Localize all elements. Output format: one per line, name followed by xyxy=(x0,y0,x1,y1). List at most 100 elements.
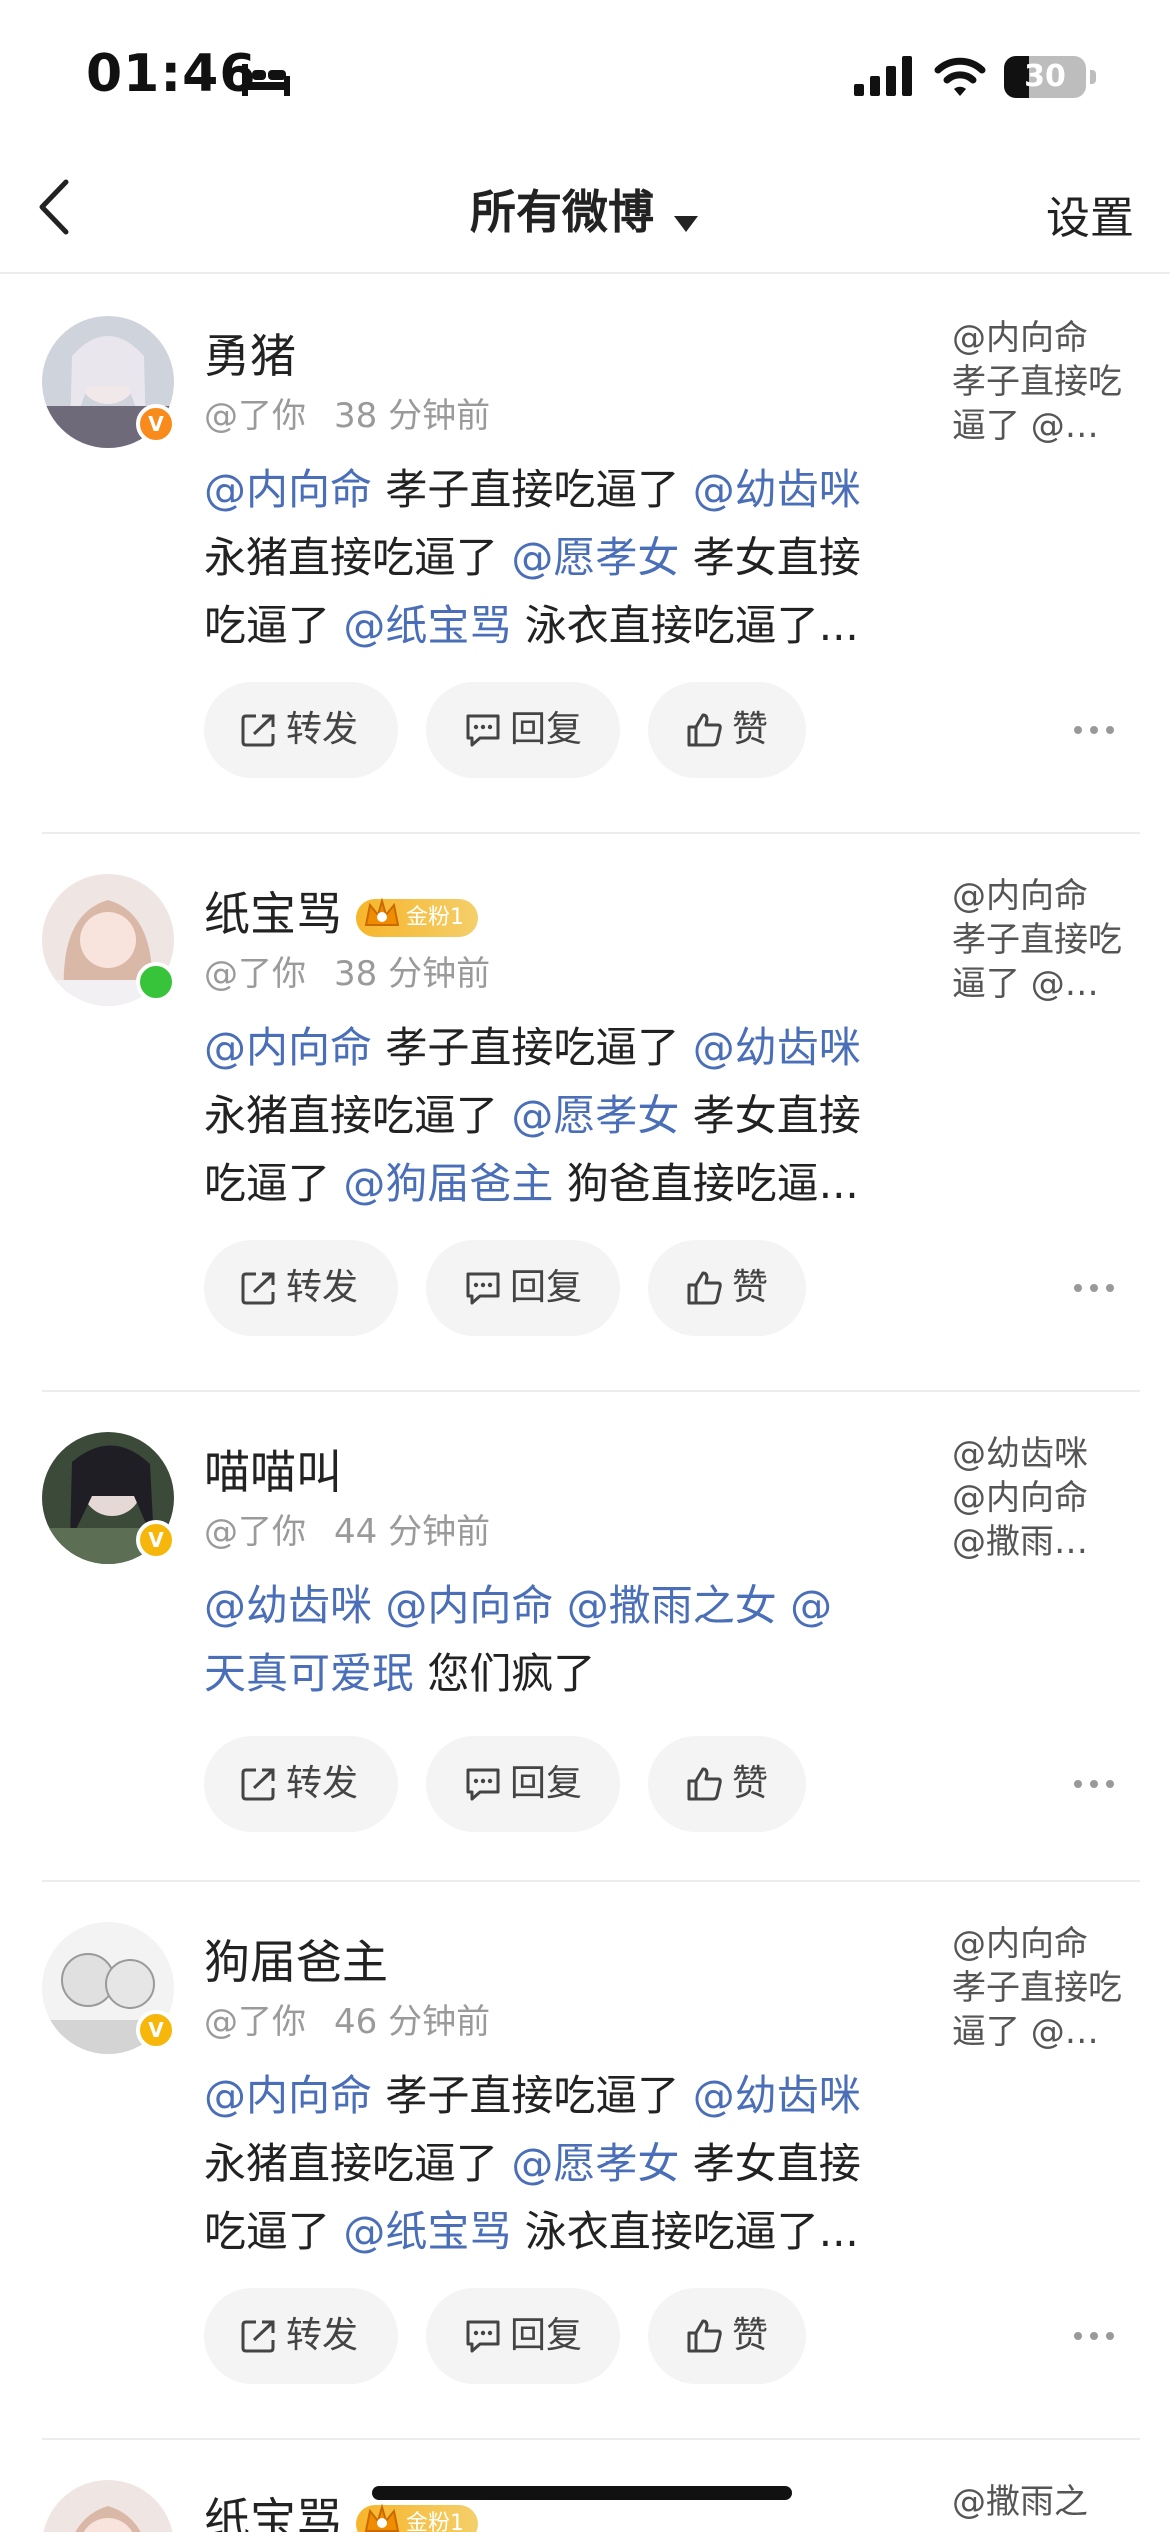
repost-icon xyxy=(241,714,275,747)
reply-button[interactable]: 回复 xyxy=(426,1736,620,1832)
more-options-icon[interactable] xyxy=(1072,1778,1116,1790)
mention-link[interactable]: @幼齿咪 xyxy=(693,2071,861,2120)
content-line: 吃逼了 @纸宝骂 泳衣直接吃逼了... xyxy=(204,592,944,660)
mention-link[interactable]: 天真可爱珉 xyxy=(204,1649,414,1698)
repost-button[interactable]: 转发 xyxy=(204,682,398,778)
fan-level-badge: 金粉1 xyxy=(356,896,478,937)
post-content[interactable]: @内向命 孝子直接吃逼了 @幼齿咪 永猪直接吃逼了 @愿孝女 孝女直接吃逼了 @… xyxy=(204,1014,944,1218)
comment-icon xyxy=(466,1272,500,1305)
post-content[interactable]: @幼齿咪 @内向命 @撒雨之女 @ 天真可爱珉 您们疯了 xyxy=(204,1572,944,1708)
settings-button[interactable]: 设置 xyxy=(1046,182,1134,246)
more-options-icon[interactable] xyxy=(1072,724,1116,736)
like-button[interactable]: 赞 xyxy=(648,1240,806,1336)
verified-badge: V xyxy=(136,1520,176,1560)
mention-link[interactable]: @幼齿咪 xyxy=(693,1023,861,1072)
comment-icon xyxy=(466,1768,500,1801)
mention-link[interactable]: @纸宝骂 xyxy=(343,601,511,650)
battery-indicator: 30 xyxy=(1004,56,1086,98)
mention-link[interactable]: @内向命 xyxy=(204,2071,372,2120)
mention-link[interactable]: @狗届爸主 xyxy=(343,1159,553,1208)
mention-link[interactable]: @愿孝女 xyxy=(511,533,679,582)
feed-item[interactable]: V 狗届爸主 @了你 46 分钟前 @内向命 孝子直接吃逼了 @幼齿咪 永猪直接吃… xyxy=(42,1882,1140,2440)
feed-item[interactable]: V 勇猪 @了你 38 分钟前 @内向命 孝子直接吃逼了 @幼齿咪 永猪直接吃逼了… xyxy=(42,276,1140,834)
content-text xyxy=(553,1581,566,1630)
content-text: 孝子直接吃逼了 xyxy=(372,2071,693,2120)
feed-item[interactable]: 纸宝骂 金粉1 @了你 38 分钟前 @内向命 孝子直接吃逼了 @幼齿咪 永猪直接吃… xyxy=(42,834,1140,1392)
preview-line: 孝子直接吃 xyxy=(952,362,1122,402)
more-options-icon[interactable] xyxy=(1072,1282,1116,1294)
mention-link[interactable]: @内向命 xyxy=(204,465,372,514)
like-button[interactable]: 赞 xyxy=(648,2288,806,2384)
content-text: 吃逼了 xyxy=(204,2207,344,2256)
original-post-preview[interactable]: @撒雨之 xyxy=(952,2480,1132,2524)
home-indicator[interactable] xyxy=(372,2486,792,2500)
nav-title: 所有微博 xyxy=(470,185,654,239)
username[interactable]: 喵喵叫 xyxy=(204,1436,342,1502)
preview-line: @撒雨… xyxy=(952,1522,1088,1562)
repost-icon xyxy=(241,1768,275,1801)
mention-link[interactable]: @ xyxy=(777,1581,832,1630)
preview-line: 逼了 @… xyxy=(952,2012,1099,2052)
mention-link[interactable]: @幼齿咪 xyxy=(204,1581,372,1630)
mentioned-label: @了你 xyxy=(204,954,306,994)
repost-button[interactable]: 转发 xyxy=(204,1240,398,1336)
preview-line: @内向命 xyxy=(952,876,1088,916)
post-meta: @了你 46 分钟前 xyxy=(204,1994,490,2043)
username[interactable]: 狗届爸主 xyxy=(204,1926,388,1992)
repost-button[interactable]: 转发 xyxy=(204,2288,398,2384)
content-text: 吃逼了 xyxy=(204,601,344,650)
content-text: 狗爸直接吃逼... xyxy=(553,1159,859,1208)
mention-link[interactable]: @撒雨之女 xyxy=(567,1581,777,1630)
caret-down-icon xyxy=(674,215,698,232)
like-button[interactable]: 赞 xyxy=(648,1736,806,1832)
thumbs-up-icon xyxy=(687,1271,722,1305)
original-post-preview[interactable]: @内向命 孝子直接吃 逼了 @… xyxy=(952,316,1132,448)
content-line: 永猪直接吃逼了 @愿孝女 孝女直接 xyxy=(204,1082,944,1150)
battery-tip xyxy=(1090,70,1096,84)
original-post-preview[interactable]: @幼齿咪 @内向命 @撒雨… xyxy=(952,1432,1132,1564)
status-time: 01:46 xyxy=(86,44,257,104)
original-post-preview[interactable]: @内向命 孝子直接吃 逼了 @… xyxy=(952,1922,1132,2054)
content-line: @内向命 孝子直接吃逼了 @幼齿咪 xyxy=(204,2062,944,2130)
content-text: 吃逼了 xyxy=(204,1159,344,1208)
like-button[interactable]: 赞 xyxy=(648,682,806,778)
repost-icon xyxy=(241,2320,275,2353)
cellular-signal-icon xyxy=(854,56,912,96)
content-text: 孝女直接 xyxy=(679,533,861,582)
mention-link[interactable]: @愿孝女 xyxy=(511,2139,679,2188)
mention-link[interactable]: @内向命 xyxy=(204,1023,372,1072)
post-content[interactable]: @内向命 孝子直接吃逼了 @幼齿咪 永猪直接吃逼了 @愿孝女 孝女直接吃逼了 @… xyxy=(204,2062,944,2266)
username[interactable]: 纸宝骂 金粉1 xyxy=(204,878,478,944)
reply-button[interactable]: 回复 xyxy=(426,682,620,778)
content-text: 孝子直接吃逼了 xyxy=(372,465,693,514)
original-post-preview[interactable]: @内向命 孝子直接吃 逼了 @… xyxy=(952,874,1132,1006)
reply-button[interactable]: 回复 xyxy=(426,2288,620,2384)
crown-icon xyxy=(364,896,400,926)
battery-percent: 30 xyxy=(1024,59,1066,94)
avatar[interactable] xyxy=(42,2480,174,2532)
username[interactable]: 勇猪 xyxy=(204,320,296,386)
fan-level-badge: 金粉1 xyxy=(356,2502,478,2532)
post-time: 46 分钟前 xyxy=(334,2002,491,2042)
reply-button[interactable]: 回复 xyxy=(426,1240,620,1336)
content-text: 永猪直接吃逼了 xyxy=(204,2139,512,2188)
preview-line: @内向命 xyxy=(952,318,1088,358)
repost-button[interactable]: 转发 xyxy=(204,1736,398,1832)
post-meta: @了你 38 分钟前 xyxy=(204,388,490,437)
content-text: 孝女直接 xyxy=(679,2139,861,2188)
preview-line: @幼齿咪 xyxy=(952,1434,1088,1474)
nav-bar: 所有微博 设置 xyxy=(0,150,1170,274)
verified-badge: V xyxy=(136,2010,176,2050)
mention-link[interactable]: @纸宝骂 xyxy=(343,2207,511,2256)
mention-link[interactable]: @愿孝女 xyxy=(511,1091,679,1140)
mention-link[interactable]: @内向命 xyxy=(385,1581,553,1630)
mention-link[interactable]: @幼齿咪 xyxy=(693,465,861,514)
nav-title-dropdown[interactable]: 所有微博 xyxy=(0,176,1170,242)
content-line: @内向命 孝子直接吃逼了 @幼齿咪 xyxy=(204,1014,944,1082)
more-options-icon[interactable] xyxy=(1072,2330,1116,2342)
feed-item[interactable]: V 喵喵叫 @了你 44 分钟前 @幼齿咪 @内向命 @撒雨之女 @ 天真可爱珉 您… xyxy=(42,1392,1140,1882)
preview-line: 逼了 @… xyxy=(952,406,1099,446)
content-text: 孝子直接吃逼了 xyxy=(372,1023,693,1072)
post-time: 38 分钟前 xyxy=(334,954,491,994)
post-content[interactable]: @内向命 孝子直接吃逼了 @幼齿咪 永猪直接吃逼了 @愿孝女 孝女直接 吃逼了 @… xyxy=(204,456,944,660)
